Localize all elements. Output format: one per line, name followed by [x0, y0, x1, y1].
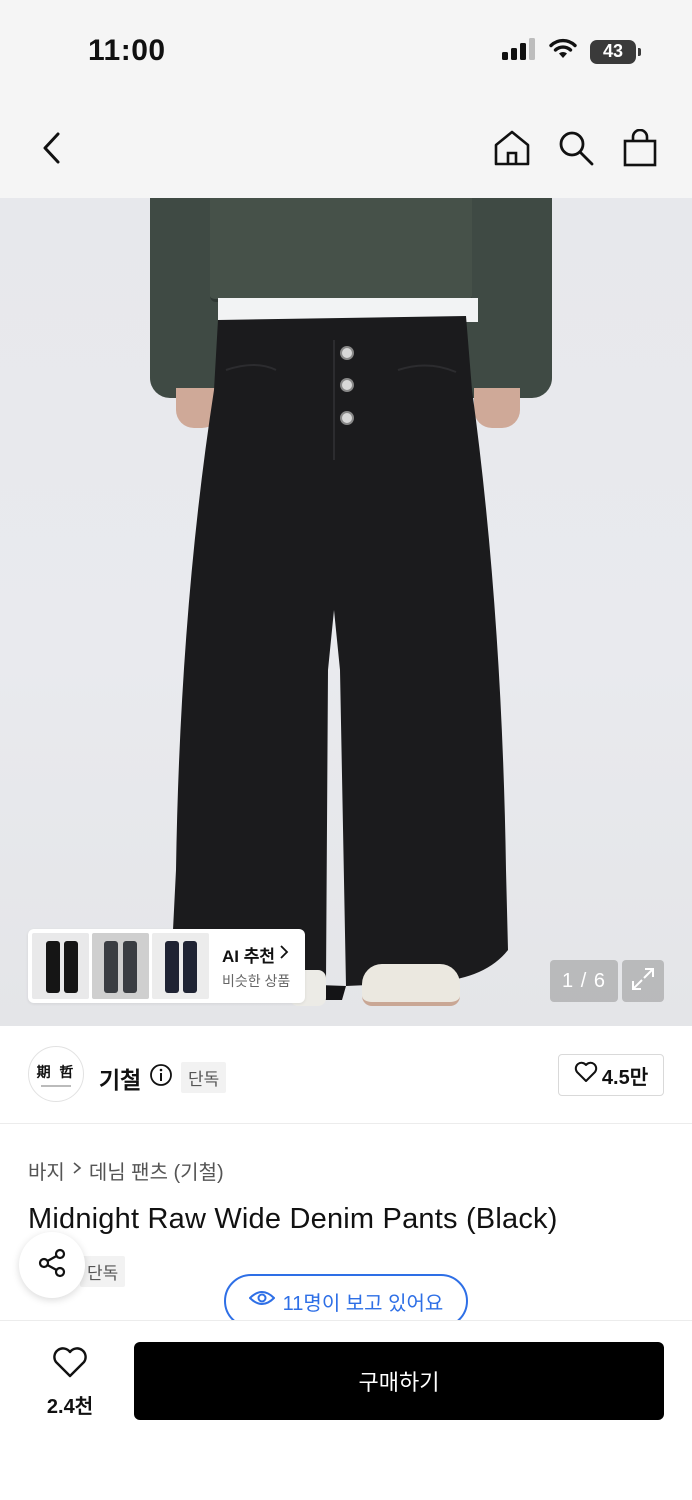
- heart-icon: [52, 1347, 88, 1383]
- status-time: 11:00: [88, 34, 166, 67]
- chevron-right-icon: [71, 1159, 83, 1182]
- product-image-gallery[interactable]: [0, 198, 692, 1026]
- wishlist-button[interactable]: 2.4천: [28, 1347, 112, 1419]
- heart-icon: [574, 1061, 598, 1089]
- signal-icon: [502, 38, 536, 65]
- info-icon[interactable]: [149, 1063, 173, 1093]
- ai-recommendation-thumbnail[interactable]: [152, 933, 209, 999]
- product-photo-button: [340, 378, 354, 392]
- nav-bar: [0, 100, 692, 198]
- status-icons: 43: [502, 38, 641, 65]
- share-icon: [36, 1247, 68, 1284]
- battery-icon: 43: [590, 39, 641, 64]
- buy-button[interactable]: 구매하기: [134, 1342, 664, 1420]
- home-button[interactable]: [490, 128, 534, 172]
- ai-recommendation-thumbnail[interactable]: [92, 933, 149, 999]
- brand-name: 기철: [99, 1067, 142, 1093]
- viewers-text: 11명이 보고 있어요: [282, 1292, 444, 1315]
- shopping-bag-icon: [622, 128, 658, 172]
- search-button[interactable]: [554, 128, 598, 172]
- ai-recommendation-title: AI 추천: [222, 942, 290, 967]
- brand-row: 期 哲 기철 단독 4.5만: [0, 1026, 692, 1124]
- breadcrumb-subcategory[interactable]: 데님 팬츠 (기철): [89, 1156, 224, 1185]
- nav-actions: [490, 128, 662, 172]
- wishlist-count: 2.4천: [46, 1396, 94, 1418]
- brand-name-link[interactable]: 기철: [99, 1061, 173, 1095]
- home-icon: [493, 129, 531, 172]
- battery-level: 43: [602, 41, 624, 61]
- breadcrumb: 바지 데님 팬츠 (기철): [28, 1156, 224, 1185]
- image-counter: 1 / 6: [550, 960, 618, 1002]
- back-button[interactable]: [32, 128, 72, 172]
- ai-recommendation-text: AI 추천 비슷한 상품: [222, 942, 290, 991]
- chevron-right-icon: [279, 944, 289, 965]
- brand-logo-underline: [41, 1084, 71, 1087]
- ai-recommendation-thumbnail[interactable]: [32, 933, 89, 999]
- brand-logo[interactable]: 期 哲: [28, 1046, 84, 1102]
- product-photo-shoe-right: [362, 964, 460, 1006]
- brand-logo-mark: 期 哲: [36, 1064, 76, 1081]
- bottom-purchase-bar: 2.4천 구매하기: [0, 1320, 692, 1500]
- expand-icon: [630, 966, 656, 997]
- back-icon: [41, 131, 63, 170]
- product-photo-button: [340, 346, 354, 360]
- product-photo-jacket-hem: [210, 198, 472, 302]
- brand-exclusive-badge: 단독: [181, 1062, 227, 1093]
- product-photo-button: [340, 411, 354, 425]
- brand-like-button[interactable]: 4.5만: [558, 1054, 664, 1096]
- expand-image-button[interactable]: [622, 960, 664, 1002]
- share-button[interactable]: [19, 1232, 85, 1298]
- ai-recommendation-subtitle: 비슷한 상품: [222, 972, 291, 989]
- shopping-bag-button[interactable]: [618, 128, 662, 172]
- product-exclusive-badge: 단독: [80, 1256, 126, 1287]
- status-bar: 11:00 43: [0, 0, 692, 100]
- brand-like-count: 4.5만: [601, 1066, 649, 1089]
- ai-recommendation-title-text: AI 추천: [222, 946, 276, 966]
- ai-recommendation-card[interactable]: AI 추천 비슷한 상품: [28, 929, 305, 1003]
- eye-icon: [248, 1289, 276, 1313]
- product-title: Midnight Raw Wide Denim Pants (Black): [28, 1203, 558, 1235]
- search-icon: [557, 129, 595, 172]
- wifi-icon: [548, 38, 578, 65]
- breadcrumb-category[interactable]: 바지: [28, 1156, 65, 1185]
